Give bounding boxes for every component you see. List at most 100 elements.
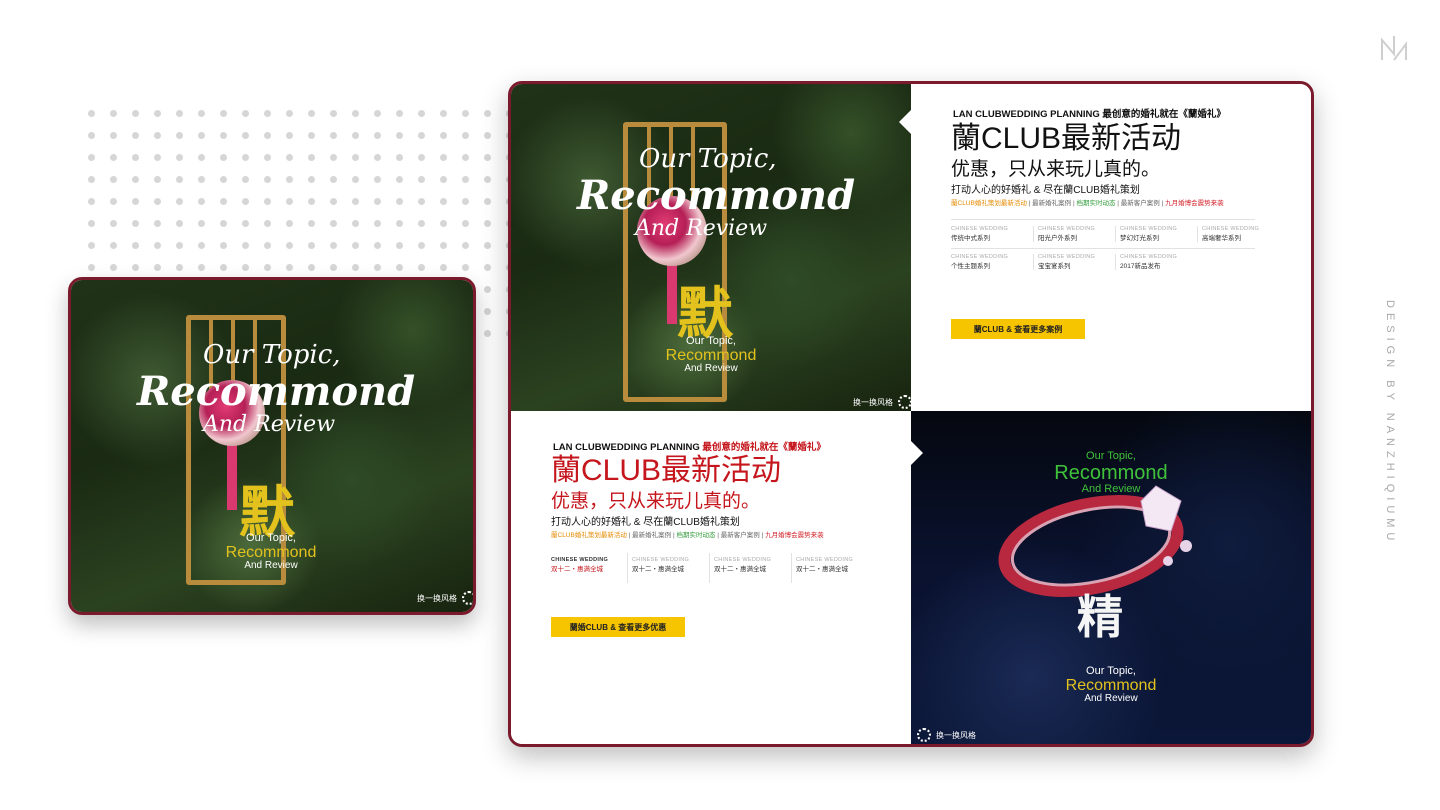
- header-en: LAN CLUBWEDDING PLANNING: [953, 109, 1100, 120]
- decorative-dot: [198, 132, 205, 139]
- decorative-dot: [418, 176, 425, 183]
- decorative-dot: [286, 132, 293, 139]
- decorative-dot: [176, 110, 183, 117]
- decorative-dot: [286, 264, 293, 271]
- series-cell[interactable]: CHINESE WEDDING 高端奢华系列: [1197, 226, 1262, 242]
- promo-subtitle: 优惠，只从来玩儿真的。: [551, 491, 761, 512]
- decorative-dot: [330, 110, 337, 117]
- series-cell[interactable]: CHINESE WEDDING 阳光户外系列: [1033, 226, 1114, 242]
- switch-style-button[interactable]: 换一换风格: [417, 591, 473, 605]
- decorative-dot: [132, 198, 139, 205]
- decorative-dot: [374, 242, 381, 249]
- decorative-dot: [374, 264, 381, 271]
- decorative-dot: [220, 176, 227, 183]
- decorative-dot: [110, 154, 117, 161]
- decorative-dot: [132, 176, 139, 183]
- decorative-dot: [198, 198, 205, 205]
- topic-bottom-block: Our Topic, Recommond And Review: [1036, 665, 1186, 705]
- promo-panel-bottom: LAN CLUBWEDDING PLANNING 最创意的婚礼就在《蘭婚礼》 蘭…: [511, 411, 923, 744]
- decorative-dot: [440, 110, 447, 117]
- view-more-offers-button[interactable]: 蘭婚CLUB & 查看更多优惠: [551, 617, 685, 637]
- link-cases[interactable]: 最新婚礼案例: [1032, 200, 1071, 207]
- decorative-dot: [418, 132, 425, 139]
- offer-cell[interactable]: CHINESE WEDDING 双十二・惠满全城: [709, 553, 786, 583]
- refresh-ring-icon: [917, 728, 931, 742]
- decorative-dot: [242, 154, 249, 161]
- series-cell[interactable]: CHINESE WEDDING 2017新品发布: [1115, 254, 1196, 270]
- large-layout-card: Our Topic, Recommond And Review 默 Our To…: [508, 81, 1314, 747]
- decorative-dot: [154, 264, 161, 271]
- decorative-dot: [132, 132, 139, 139]
- decorative-dot: [374, 110, 381, 117]
- switch-style-button[interactable]: 换一换风格: [917, 728, 976, 742]
- designer-signature: DESIGN BY NANZHIQIUMU: [1384, 300, 1396, 546]
- decorative-dot: [440, 176, 447, 183]
- decorative-dot: [176, 198, 183, 205]
- decorative-dot: [308, 154, 315, 161]
- link-latest[interactable]: 蘭CLUB婚礼策划最新活动: [951, 200, 1027, 207]
- series-cell[interactable]: CHINESE WEDDING 传统中式系列: [951, 226, 1027, 242]
- decorative-dot: [352, 110, 359, 117]
- decorative-dot: [418, 242, 425, 249]
- decorative-dot: [396, 176, 403, 183]
- switch-label: 换一换风格: [417, 593, 457, 603]
- decorative-dot: [220, 154, 227, 161]
- script-line-1: Our Topic,: [639, 144, 777, 174]
- script-line-2: Recommond: [577, 172, 856, 219]
- decorative-dot: [440, 198, 447, 205]
- decorative-dot: [308, 264, 315, 271]
- decorative-dot: [308, 132, 315, 139]
- topic-top-block: Our Topic, Recommond And Review: [1031, 450, 1191, 495]
- decorative-dot: [220, 198, 227, 205]
- link-schedule[interactable]: 档期实时动态: [1076, 200, 1115, 207]
- offer-cell[interactable]: CHINESE WEDDING 双十二・惠满全城: [551, 557, 621, 573]
- decorative-dot: [462, 176, 469, 183]
- decorative-dot: [110, 176, 117, 183]
- decorative-dot: [462, 198, 469, 205]
- decorative-dot: [198, 110, 205, 117]
- switch-style-button[interactable]: 换一换风格: [853, 395, 912, 409]
- decorative-dot: [396, 154, 403, 161]
- decorative-dot: [176, 220, 183, 227]
- link-cases[interactable]: 最新婚礼案例: [632, 532, 671, 539]
- decorative-dot: [242, 132, 249, 139]
- offer-cell[interactable]: CHINESE WEDDING 双十二・惠满全城: [627, 553, 704, 583]
- decorative-dot: [220, 220, 227, 227]
- decorative-dot: [484, 308, 491, 315]
- decorative-dot: [396, 220, 403, 227]
- series-cell[interactable]: CHINESE WEDDING 梦幻灯光系列: [1115, 226, 1196, 242]
- decorative-dot: [374, 176, 381, 183]
- decorative-dot: [198, 220, 205, 227]
- series-cell[interactable]: CHINESE WEDDING 宝宝宴系列: [1033, 254, 1114, 270]
- link-expo[interactable]: 九月婚博会震势来袭: [1165, 200, 1224, 207]
- link-schedule[interactable]: 档期实时动态: [676, 532, 715, 539]
- promo-title: 蘭CLUB最新活动: [951, 122, 1182, 155]
- decorative-dot: [484, 330, 491, 337]
- decorative-dot: [88, 154, 95, 161]
- decorative-dot: [484, 132, 491, 139]
- promo-header: LAN CLUBWEDDING PLANNING 最创意的婚礼就在《蘭婚礼》: [953, 106, 1226, 120]
- decorative-dot: [220, 110, 227, 117]
- link-clients[interactable]: 最新客户案例: [721, 532, 760, 539]
- topic-bottom-line-1: Our Topic,: [1086, 665, 1136, 677]
- decorative-dot: [330, 264, 337, 271]
- decorative-dot: [132, 264, 139, 271]
- decorative-dot: [176, 132, 183, 139]
- decorative-dot: [396, 264, 403, 271]
- offer-cell[interactable]: CHINESE WEDDING 双十二・惠满全城: [791, 553, 866, 583]
- decorative-dot: [242, 220, 249, 227]
- link-latest[interactable]: 蘭CLUB婚礼策划最新活动: [551, 532, 627, 539]
- decorative-dot: [308, 220, 315, 227]
- decorative-dot: [286, 154, 293, 161]
- decorative-dot: [330, 242, 337, 249]
- decorative-dot: [264, 264, 271, 271]
- small-photo-card: Our Topic, Recommond And Review 默 Our To…: [68, 277, 476, 615]
- series-cell[interactable]: CHINESE WEDDING 个性主题系列: [951, 254, 1027, 270]
- decorative-dot: [484, 264, 491, 271]
- view-more-cases-button[interactable]: 蘭CLUB & 查看更多案例: [951, 319, 1085, 339]
- decorative-dot: [198, 154, 205, 161]
- link-expo[interactable]: 九月婚博会震势来袭: [765, 532, 824, 539]
- decorative-dot: [110, 198, 117, 205]
- decorative-dot: [264, 198, 271, 205]
- link-clients[interactable]: 最新客户案例: [1121, 200, 1160, 207]
